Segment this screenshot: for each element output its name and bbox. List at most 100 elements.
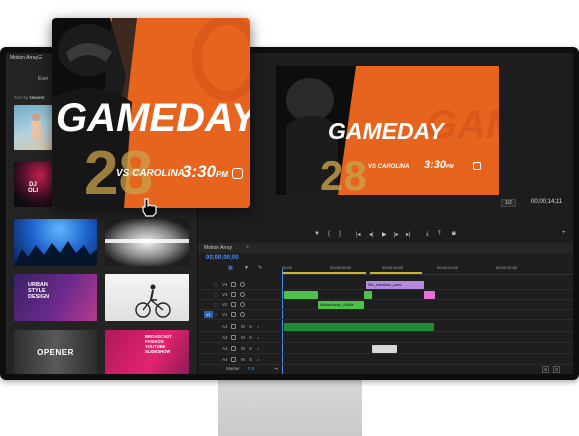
ruler-label: 00;00;08;00 xyxy=(330,265,352,270)
template-thumbnail[interactable] xyxy=(105,219,189,266)
mark-in-icon[interactable]: { xyxy=(328,231,330,237)
template-thumbnail[interactable] xyxy=(105,274,189,321)
mute-icon[interactable]: M xyxy=(241,335,245,340)
clip-label: MotionArray_GAMa xyxy=(320,303,354,307)
zoom-scroll-icon[interactable]: S xyxy=(542,366,550,373)
ruler-label: 00;00;32;00 xyxy=(496,265,518,270)
preview-time-suffix: PM xyxy=(216,170,229,179)
mic-icon[interactable]: ♪ xyxy=(257,346,259,351)
preview-time: 3:30PM xyxy=(182,162,228,182)
track-sync-icon[interactable] xyxy=(231,312,236,317)
master-value[interactable]: 0.0 xyxy=(248,366,254,371)
template-thumbnail[interactable]: OPENER xyxy=(14,330,97,374)
go-to-out-icon[interactable]: ▸| xyxy=(406,231,411,238)
sort-label: Sort by xyxy=(14,95,29,100)
svg-text:28: 28 xyxy=(320,152,367,195)
tab-close-icon[interactable]: ≡ xyxy=(246,244,249,250)
lock-icon[interactable]: ▢ xyxy=(214,292,218,297)
timeline-clip[interactable] xyxy=(424,291,435,299)
solo-icon[interactable]: S xyxy=(249,335,252,340)
library-search-label[interactable]: Ever xyxy=(38,76,48,82)
add-button-icon[interactable]: + xyxy=(562,230,566,236)
timeline-tab[interactable]: Motion Array xyxy=(204,245,232,251)
marker-tool-icon[interactable]: ▼ xyxy=(244,265,249,271)
track-sync-icon[interactable] xyxy=(231,292,236,297)
clip-label: MA_transition_pack xyxy=(368,283,402,287)
ruler-label: 00;00;16;00 xyxy=(382,265,404,270)
overwrite-icon[interactable]: ⤒ xyxy=(438,231,441,238)
wrench-icon[interactable]: ✎ xyxy=(258,265,262,271)
thumbnail-caption: OPENER xyxy=(37,348,74,357)
step-forward-icon[interactable]: |▸ xyxy=(394,231,399,238)
track-sync-icon[interactable] xyxy=(231,346,236,351)
solo-icon[interactable]: S xyxy=(249,346,252,351)
ruler-label: 00;00;24;00 xyxy=(437,265,459,270)
track-sync-icon[interactable] xyxy=(231,282,236,287)
program-time-suffix: PM xyxy=(446,164,454,170)
template-thumbnail[interactable]: URBAN STYLE DESIGN xyxy=(14,274,97,321)
solo-icon[interactable]: S xyxy=(249,324,252,329)
marker-icon[interactable]: ▼ xyxy=(314,231,320,237)
thumbnail-caption: BROADCAST FASHION YOUTUBE SLIDESHOW xyxy=(145,334,172,354)
thumbnail-caption: DJ OLI xyxy=(28,182,38,194)
mute-icon[interactable]: M xyxy=(241,346,245,351)
track-sync-icon[interactable] xyxy=(231,357,236,362)
time-ruler[interactable]: 00;00 00;00;08;00 00;00;16;00 00;00;24;0… xyxy=(282,263,573,275)
master-label: Master xyxy=(226,366,240,371)
preview-title: GAMEDAY xyxy=(56,96,250,140)
track-name: A2 xyxy=(222,335,228,340)
timeline-clip[interactable] xyxy=(372,345,397,353)
play-icon[interactable]: ▶ xyxy=(382,231,387,238)
snap-icon[interactable]: ▦ xyxy=(228,265,233,271)
solo-icon[interactable]: S xyxy=(249,357,252,362)
stage: Motion Array ☰ Ever Sort by Newest DJ OL… xyxy=(0,0,579,436)
library-panel-tab[interactable]: Motion Array xyxy=(10,55,38,61)
track-sync-icon[interactable] xyxy=(231,335,236,340)
work-area-bar[interactable] xyxy=(370,272,422,274)
hamburger-menu-icon[interactable]: ☰ xyxy=(38,55,42,61)
lock-icon[interactable]: ▢ xyxy=(214,302,218,307)
insert-icon[interactable]: ⤓ xyxy=(426,231,429,238)
template-thumbnail[interactable]: BROADCAST FASHION YOUTUBE SLIDESHOW xyxy=(105,330,189,374)
timeline-panel: 00;00;00;00 ▦ ▼ ✎ 00;00 00;00;08;00 00;0… xyxy=(198,253,573,374)
timeline-timecode: 00;00;00;00 xyxy=(206,255,239,261)
program-time-value: 3:30 xyxy=(424,159,447,171)
preview-subtitle: VS CAROLINA xyxy=(116,168,185,179)
timeline-clip[interactable]: MotionArray_GAMa xyxy=(318,301,364,309)
track-visibility-icon[interactable] xyxy=(240,282,245,287)
mark-out-icon[interactable]: } xyxy=(339,231,341,237)
mic-icon[interactable]: ♪ xyxy=(257,357,259,362)
lock-icon[interactable]: ▢ xyxy=(214,282,218,287)
mute-icon[interactable]: M xyxy=(241,324,245,329)
go-to-in-icon[interactable]: |◂ xyxy=(356,231,361,238)
zoom-dropdown[interactable]: 1/2 xyxy=(501,199,516,207)
timeline-clip[interactable] xyxy=(364,291,372,299)
template-thumbnail[interactable] xyxy=(14,219,97,266)
master-end-icon[interactable]: ⇥ xyxy=(274,366,278,372)
camera-icon[interactable]: ◙ xyxy=(452,231,456,237)
ruler-label: 00;00 xyxy=(282,265,293,270)
cyclist-icon xyxy=(135,284,171,318)
track-visibility-icon[interactable] xyxy=(240,292,245,297)
mic-icon[interactable]: ♪ xyxy=(257,324,259,329)
template-thumbnail[interactable] xyxy=(14,105,52,150)
mute-icon[interactable]: M xyxy=(241,357,245,362)
step-back-icon[interactable]: ◂| xyxy=(369,231,374,238)
mic-icon[interactable]: ♪ xyxy=(257,335,259,340)
track-name: V1 xyxy=(222,312,228,317)
preview-popup[interactable]: 28 GAMEDAY VS CAROLINA 3:30PM xyxy=(52,18,250,208)
track-visibility-icon[interactable] xyxy=(240,302,245,307)
master-track: Master 0.0 ⇥ S S xyxy=(198,366,573,374)
sort-control[interactable]: Sort by Newest xyxy=(14,95,45,100)
timeline-clip[interactable] xyxy=(284,291,318,299)
work-area-bar[interactable] xyxy=(282,272,366,274)
track-visibility-icon[interactable] xyxy=(240,312,245,317)
timeline-clip[interactable]: MA_transition_pack xyxy=(366,281,424,289)
audio-clip[interactable] xyxy=(284,323,434,331)
track-row-a4: A4 M S ♪ xyxy=(198,356,573,365)
track-sync-icon[interactable] xyxy=(231,324,236,329)
lock-icon[interactable]: ▢ xyxy=(214,312,218,317)
track-sync-icon[interactable] xyxy=(231,302,236,307)
template-thumbnail[interactable]: DJ OLI xyxy=(14,162,52,207)
zoom-scroll-icon[interactable]: S xyxy=(553,366,561,373)
